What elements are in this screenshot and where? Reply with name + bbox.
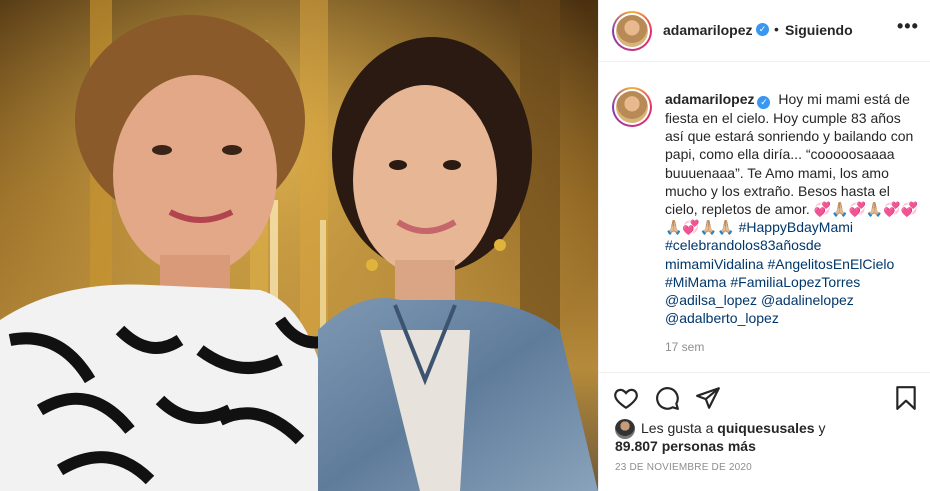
mention-link[interactable]: @adalberto_lopez bbox=[665, 310, 779, 326]
header-username-link[interactable]: adamarilopez bbox=[663, 22, 752, 38]
likes-prefix: Les gusta a bbox=[641, 420, 714, 436]
post-photo[interactable] bbox=[0, 0, 598, 491]
mention-link[interactable]: @adilsa_lopez bbox=[665, 292, 757, 308]
bookmark-icon[interactable] bbox=[893, 385, 919, 411]
likes-count-link[interactable]: 89.807 personas más bbox=[615, 438, 756, 454]
caption-text: adamarilopez ✓ Hoy mi mami está de fiesta… bbox=[665, 90, 919, 327]
heart-icon[interactable] bbox=[613, 385, 639, 411]
likes-section: Les gusta a quiquesusales y 89.807 perso… bbox=[615, 418, 925, 458]
verified-badge-icon: ✓ bbox=[757, 96, 771, 109]
verified-badge-icon: ✓ bbox=[756, 23, 769, 36]
photo-illustration bbox=[0, 0, 598, 491]
likes-connector: y bbox=[818, 420, 826, 436]
hashtag-link[interactable]: mimamiVidalina bbox=[665, 256, 764, 272]
hashtag-link[interactable]: #AngelitosEnElCielo bbox=[767, 256, 894, 272]
hashtag-link[interactable]: #MiMama bbox=[665, 274, 726, 290]
caption-body: Hoy mi mami está de fiesta en el cielo. … bbox=[665, 91, 919, 236]
post-date[interactable]: 23 DE NOVIEMBRE DE 2020 bbox=[615, 462, 752, 473]
post-header: adamarilopez ✓ • Siguiendo ••• bbox=[599, 0, 930, 62]
caption-avatar[interactable] bbox=[612, 87, 652, 127]
liker-username-link[interactable]: quiquesusales bbox=[717, 420, 814, 436]
hashtag-link[interactable]: #celebrandolos83añosde bbox=[665, 237, 821, 253]
share-icon[interactable] bbox=[695, 385, 721, 411]
post-caption: adamarilopez ✓ Hoy mi mami está de fiesta… bbox=[599, 62, 930, 362]
following-button[interactable]: Siguiendo bbox=[785, 22, 853, 38]
comment-icon[interactable] bbox=[654, 385, 680, 411]
post-side-panel: adamarilopez ✓ • Siguiendo ••• adamarilo… bbox=[598, 0, 930, 491]
more-options-icon[interactable]: ••• bbox=[897, 16, 919, 37]
hashtag-link[interactable]: #FamiliaLopezTorres bbox=[730, 274, 860, 290]
caption-username-link[interactable]: adamarilopez bbox=[665, 91, 754, 107]
action-bar bbox=[599, 372, 930, 418]
header-separator: • bbox=[774, 21, 779, 37]
profile-avatar[interactable] bbox=[612, 11, 652, 51]
caption-time-ago[interactable]: 17 sem bbox=[665, 340, 704, 354]
likes-line: Les gusta a quiquesusales y bbox=[641, 420, 825, 436]
mention-link[interactable]: @adalinelopez bbox=[761, 292, 854, 308]
hashtag-link[interactable]: #HappyBdayMami bbox=[739, 219, 853, 235]
liker-avatar[interactable] bbox=[615, 419, 635, 439]
